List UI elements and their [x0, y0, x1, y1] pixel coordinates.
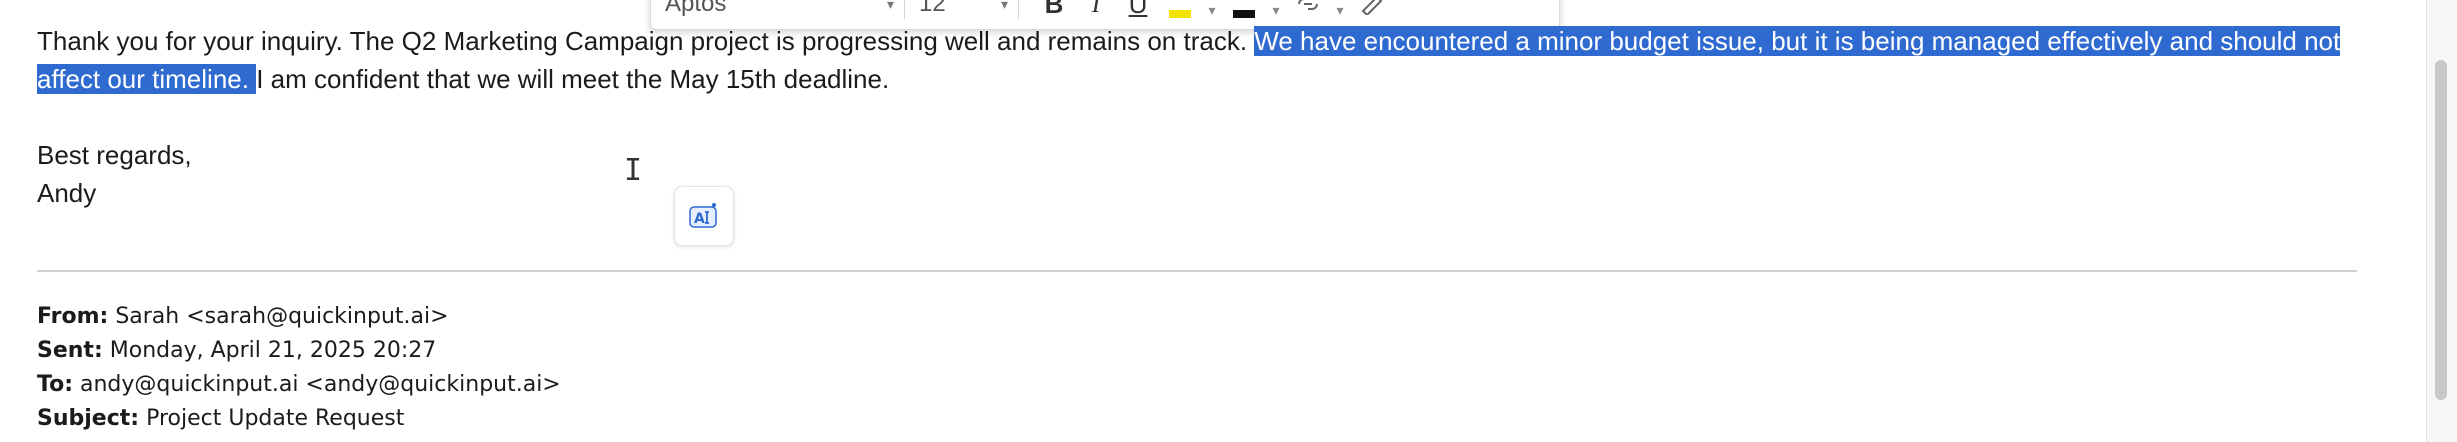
- italic-button[interactable]: I: [1075, 0, 1117, 19]
- text-cursor-icon: I: [624, 153, 643, 188]
- bold-button[interactable]: B: [1033, 0, 1075, 19]
- sent-label: Sent:: [37, 338, 103, 363]
- font-size-value: 12: [919, 0, 946, 17]
- from-value: Sarah <sarah@quickinput.ai>: [115, 304, 449, 329]
- font-size-dropdown[interactable]: 12 ▾: [919, 0, 1019, 19]
- quote-divider: [37, 270, 2357, 272]
- quoted-message-header: From: Sarah <sarah@quickinput.ai> Sent: …: [37, 300, 561, 436]
- body-paragraph: Thank you for your inquiry. The Q2 Marke…: [37, 22, 2377, 98]
- ai-translate-button[interactable]: A: [674, 186, 734, 246]
- vertical-scrollbar[interactable]: [2426, 0, 2457, 442]
- from-label: From:: [37, 304, 109, 329]
- body-text-pre: Thank you for your inquiry. The Q2 Marke…: [37, 26, 1255, 56]
- to-row: To: andy@quickinput.ai <andy@quickinput.…: [37, 368, 561, 402]
- chevron-down-icon: ▾: [886, 0, 894, 12]
- closing-line: Best regards,: [37, 140, 192, 170]
- subject-row: Subject: Project Update Request: [37, 402, 561, 436]
- sent-row: Sent: Monday, April 21, 2025 20:27: [37, 334, 561, 368]
- sent-value: Monday, April 21, 2025 20:27: [109, 338, 437, 363]
- body-text-post: I am confident that we will meet the May…: [256, 64, 890, 94]
- svg-text:A: A: [694, 211, 705, 227]
- font-name-value: Aptos: [665, 0, 727, 17]
- font-color-button[interactable]: [1223, 0, 1265, 19]
- font-color-icon: [1233, 10, 1255, 18]
- scrollbar-thumb[interactable]: [2435, 60, 2447, 400]
- more-button[interactable]: [1351, 0, 1393, 19]
- link-button[interactable]: [1287, 0, 1329, 19]
- highlight-button[interactable]: [1159, 0, 1201, 19]
- chevron-down-icon[interactable]: ▾: [1329, 2, 1351, 19]
- chevron-down-icon[interactable]: ▾: [1201, 2, 1223, 19]
- pen-icon: [1361, 0, 1383, 15]
- from-row: From: Sarah <sarah@quickinput.ai>: [37, 300, 561, 334]
- highlighter-icon: [1169, 10, 1191, 18]
- chevron-down-icon: ▾: [1000, 0, 1008, 12]
- to-label: To:: [37, 372, 73, 397]
- underline-button[interactable]: U: [1117, 0, 1159, 19]
- signature-line: Andy: [37, 178, 97, 208]
- email-body[interactable]: Thank you for your inquiry. The Q2 Marke…: [37, 22, 2377, 212]
- subject-label: Subject:: [37, 406, 140, 431]
- link-icon: [1298, 0, 1318, 10]
- subject-value: Project Update Request: [146, 406, 405, 431]
- chevron-down-icon[interactable]: ▾: [1265, 2, 1287, 19]
- ai-translate-icon: A: [689, 203, 717, 228]
- to-value: andy@quickinput.ai <andy@quickinput.ai>: [80, 372, 561, 397]
- font-name-dropdown[interactable]: Aptos ▾: [665, 0, 905, 19]
